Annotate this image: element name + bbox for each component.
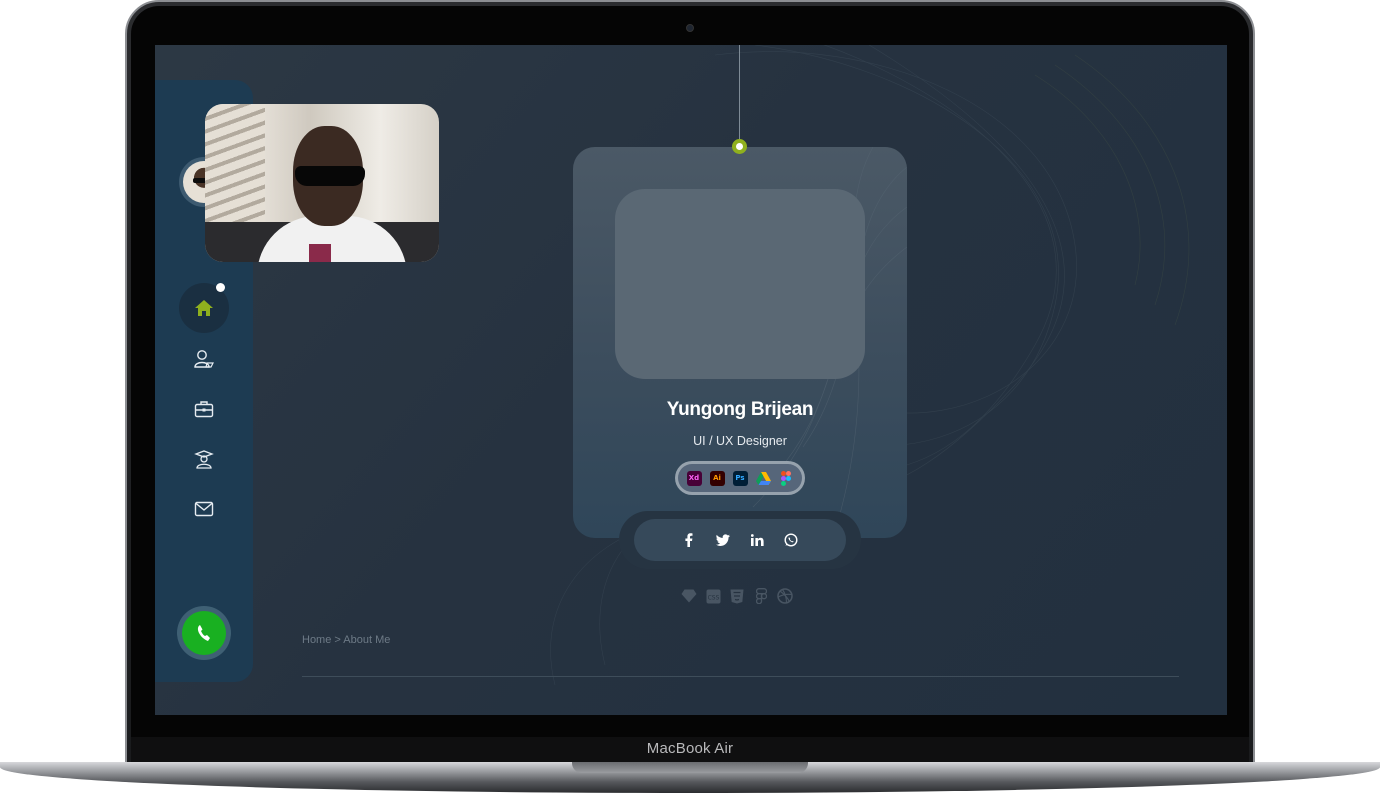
figma-outline-icon [753, 588, 769, 604]
breadcrumb[interactable]: Home > About Me [302, 634, 390, 646]
profile-card: Yungong Brijean UI / UX Designer Xd Ai P… [573, 147, 907, 538]
card-pin [732, 139, 747, 154]
photo-frame [615, 189, 865, 379]
screen: Yungong Brijean UI / UX Designer Xd Ai P… [155, 45, 1227, 715]
social-bar [634, 519, 846, 561]
card-string [739, 45, 740, 141]
drive-icon [755, 471, 771, 486]
svg-text:CSS: CSS [707, 594, 719, 601]
xd-icon: Xd [686, 470, 702, 486]
sidebar-item-portfolio[interactable] [179, 387, 229, 431]
footer-divider [302, 676, 1179, 677]
css-icon: CSS [705, 588, 721, 604]
briefcase-icon [194, 401, 214, 418]
linkedin-icon[interactable] [750, 533, 764, 547]
call-button[interactable] [177, 606, 231, 660]
figma-icon [779, 470, 794, 486]
graduate-icon [194, 450, 214, 469]
mail-icon [194, 501, 214, 517]
tools-badge: Xd Ai Ps [675, 461, 805, 495]
active-indicator [216, 283, 225, 292]
dribbble-icon [777, 588, 793, 604]
sidebar-item-education[interactable] [179, 437, 229, 481]
profile-name: Yungong Brijean [666, 399, 814, 420]
skills-row: CSS [681, 586, 793, 606]
device-label: MacBook Air [646, 740, 734, 757]
phone-icon [197, 625, 210, 641]
sidebar-item-home[interactable] [179, 283, 229, 333]
profile-role: UI / UX Designer [693, 434, 787, 448]
sidebar-item-contact[interactable] [179, 487, 229, 531]
photoshop-icon: Ps [732, 470, 748, 486]
html5-icon [729, 588, 745, 604]
camera [686, 24, 694, 32]
profile-photo [205, 104, 439, 262]
user-icon [194, 350, 214, 368]
sidebar-item-about[interactable] [179, 337, 229, 381]
home-icon [195, 300, 213, 316]
whatsapp-icon[interactable] [784, 533, 798, 547]
sketch-icon [681, 588, 697, 604]
twitter-icon[interactable] [716, 533, 730, 547]
laptop-notch [572, 762, 808, 773]
illustrator-icon: Ai [709, 470, 725, 486]
facebook-icon[interactable] [682, 533, 696, 547]
